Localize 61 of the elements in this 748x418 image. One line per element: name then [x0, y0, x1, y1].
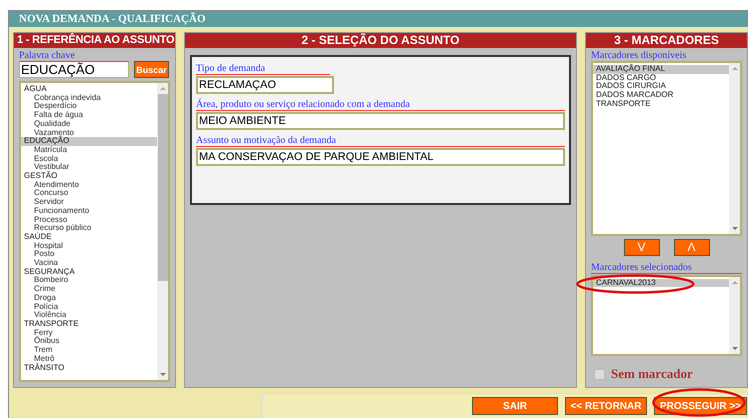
text-field[interactable]: MA CONSERVAÇAO DE PARQUE AMBIENTAL — [196, 148, 565, 166]
topic-item[interactable]: Vestibular — [21, 163, 157, 172]
keyword-field[interactable]: EDUCAÇÃO — [19, 61, 129, 78]
field-label: Assunto ou motivação da demanda — [196, 135, 565, 147]
topic-item[interactable]: Escola — [21, 154, 157, 164]
checkbox[interactable] — [594, 368, 605, 380]
topic-item[interactable]: Trem — [21, 346, 157, 355]
topic-item[interactable]: Hospital — [21, 242, 157, 250]
topic-item[interactable]: EDUCAÇÃO — [21, 137, 157, 146]
topic-item[interactable]: Atendimento — [21, 180, 157, 190]
marker-item[interactable]: DADOS CARGO — [593, 74, 729, 82]
marker-list[interactable]: AVALIAÇÃO FINAL DADOS CARGO DADOS CIRURGIA DADOS MARCADOR TRANSPORTE — [591, 61, 742, 236]
topic-item[interactable]: Concurso — [21, 189, 157, 198]
window-title: NOVA DEMANDA - QUALIFICAÇÃO — [9, 11, 748, 27]
text-field[interactable]: RECLAMAÇAO — [196, 76, 334, 94]
marker-item[interactable]: DADOS CIRURGIA — [593, 82, 729, 92]
field-label: Área, produto ou serviço relacionado com a demanda — [196, 99, 565, 111]
field-label: Marcadores selecionados — [591, 262, 742, 274]
panel-header: 1 - REFERÊNCIA AO ASSUNTO — [14, 33, 175, 48]
panel-header: 3 - MARCADORES — [586, 33, 747, 48]
selected-marker-list[interactable]: CARNAVAL2013 — [591, 274, 742, 356]
topic-item[interactable]: Posto — [21, 250, 157, 260]
topic-item[interactable]: Droga — [21, 294, 157, 303]
topic-item[interactable]: Qualidade — [21, 120, 157, 129]
topic-item[interactable]: Processo — [21, 216, 157, 224]
topic-item[interactable]: Ferry — [21, 328, 157, 338]
marker-item[interactable]: DADOS MARCADOR — [593, 91, 729, 100]
topic-list[interactable] — [19, 81, 170, 382]
topic-item[interactable]: Desperdício — [21, 102, 157, 112]
topic-item[interactable]: Servidor — [21, 198, 157, 207]
topic-item[interactable]: Falta de água — [21, 111, 157, 120]
scrollbar[interactable] — [729, 276, 740, 354]
topic-item[interactable]: SEGURANÇA — [21, 268, 157, 276]
topic-item[interactable]: Funcionamento — [21, 206, 157, 216]
marker-item[interactable]: TRANSPORTE — [593, 100, 729, 109]
text-field[interactable]: MEIO AMBIENTE — [196, 112, 565, 130]
scrollbar[interactable] — [729, 63, 740, 234]
topic-item[interactable]: SAÚDE — [21, 232, 157, 242]
topic-item[interactable]: GESTÃO — [21, 172, 157, 181]
topic-item[interactable]: Polícia — [21, 302, 157, 312]
topic-item[interactable]: TRANSPORTE — [21, 320, 157, 329]
topic-item[interactable]: Matrícula — [21, 146, 157, 155]
topic-item[interactable]: ÁGUA — [21, 85, 157, 94]
topic-item[interactable]: TRÂNSITO — [21, 364, 157, 372]
topic-item[interactable]: Ônibus — [21, 337, 157, 346]
field-label: Palavra chave — [19, 50, 76, 61]
topic-item[interactable]: Cobrança indevida — [21, 94, 157, 102]
field-label: Tipo de demanda — [196, 63, 330, 75]
field-label: Marcadores disponíveis — [591, 50, 688, 61]
topic-item[interactable]: Violência — [21, 311, 157, 320]
topic-item[interactable]: Bombeiro — [21, 276, 157, 286]
marker-item[interactable]: AVALIAÇÃO FINAL — [593, 65, 729, 74]
panel-header: 2 - SELEÇÃO DO ASSUNTO — [185, 33, 576, 48]
topic-item[interactable]: Crime — [21, 285, 157, 294]
scrollbar[interactable] — [157, 83, 168, 380]
marker-item[interactable]: CARNAVAL2013 — [593, 278, 729, 288]
topic-item[interactable]: Vazamento — [21, 128, 157, 138]
topic-item[interactable]: Recurso público — [21, 224, 157, 233]
checkbox-label: Sem marcador — [611, 366, 693, 382]
topic-item[interactable]: Metrô — [21, 354, 157, 364]
topic-item[interactable]: Vacina — [21, 259, 157, 268]
